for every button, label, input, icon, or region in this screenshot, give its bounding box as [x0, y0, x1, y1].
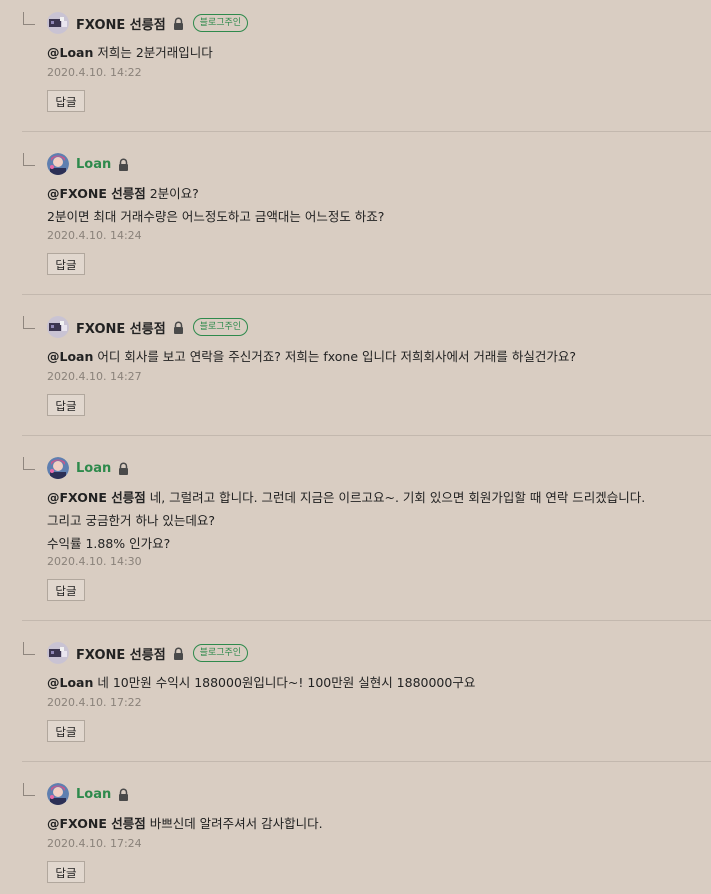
- comment-divider: [22, 620, 711, 621]
- mention[interactable]: @Loan: [47, 349, 93, 364]
- author-name[interactable]: Loan: [76, 157, 111, 172]
- comment-text: @Loan 저희는 2분거래입니다: [47, 41, 213, 64]
- mention[interactable]: @FXONE 선릉점: [47, 186, 146, 201]
- fxone-avatar[interactable]: [47, 316, 69, 338]
- comment-header: FXONE 선릉점 블로그주인: [47, 642, 249, 664]
- comment-text-line: 네 10만원 수익시 188000원입니다~! 100만원 실현시 188000…: [93, 675, 476, 690]
- fxone-avatar[interactable]: [47, 12, 69, 34]
- comment-header: Loan: [47, 457, 130, 479]
- comment-date: 2020.4.10. 14:27: [47, 370, 142, 383]
- mention[interactable]: @FXONE 선릉점: [47, 816, 146, 831]
- comment-text-line: 어디 회사를 보고 연락을 주신거죠? 저희는 fxone 입니다 저희회사에서…: [93, 349, 577, 364]
- comment-date: 2020.4.10. 17:24: [47, 837, 142, 850]
- reply-arrow-icon: [23, 457, 35, 470]
- comment-text-line: 수익률 1.88% 인가요?: [47, 536, 171, 551]
- comment-text: @Loan 어디 회사를 보고 연락을 주신거죠? 저희는 fxone 입니다 …: [47, 345, 576, 368]
- fxone-avatar[interactable]: [47, 642, 69, 664]
- comment-text-line: 저희는 2분거래입니다: [93, 45, 213, 60]
- reply-button[interactable]: 답글: [47, 394, 85, 416]
- author-name[interactable]: FXONE 선릉점: [76, 644, 166, 663]
- loan-avatar[interactable]: [47, 153, 69, 175]
- lock-icon: [117, 461, 130, 475]
- comment-date: 2020.4.10. 14:30: [47, 555, 142, 568]
- comment-header: FXONE 선릉점 블로그주인: [47, 12, 249, 34]
- blog-owner-badge: 블로그주인: [192, 14, 249, 32]
- loan-avatar[interactable]: [47, 457, 69, 479]
- comment-text: @FXONE 선릉점 네, 그럴려고 합니다. 그런데 지금은 이르고요~. 기…: [47, 486, 645, 555]
- comment-date: 2020.4.10. 14:22: [47, 66, 142, 79]
- author-name[interactable]: FXONE 선릉점: [76, 318, 166, 337]
- comment-divider: [22, 131, 711, 132]
- comment-header: Loan: [47, 783, 130, 805]
- loan-avatar[interactable]: [47, 783, 69, 805]
- reply-arrow-icon: [23, 12, 35, 25]
- comment-divider: [22, 294, 711, 295]
- blog-owner-badge: 블로그주인: [192, 644, 249, 662]
- comment-header: FXONE 선릉점 블로그주인: [47, 316, 249, 338]
- blog-owner-badge: 블로그주인: [192, 318, 249, 336]
- reply-arrow-icon: [23, 642, 35, 655]
- lock-icon: [117, 157, 130, 171]
- author-name[interactable]: Loan: [76, 461, 111, 476]
- comment-text: @FXONE 선릉점 바쁘신데 알려주셔서 감사합니다.: [47, 812, 323, 835]
- reply-arrow-icon: [23, 316, 35, 329]
- lock-icon: [172, 16, 185, 30]
- reply-button[interactable]: 답글: [47, 253, 85, 275]
- comment-text-line: 네, 그럴려고 합니다. 그런데 지금은 이르고요~. 기회 있으면 회원가입할…: [145, 490, 646, 505]
- comment-text-line: 그리고 궁금한거 하나 있는데요?: [47, 513, 216, 528]
- comment-divider: [22, 761, 711, 762]
- comment-date: 2020.4.10. 14:24: [47, 229, 142, 242]
- reply-button[interactable]: 답글: [47, 861, 85, 883]
- lock-icon: [172, 320, 185, 334]
- comment-header: Loan: [47, 153, 130, 175]
- author-name[interactable]: Loan: [76, 787, 111, 802]
- mention[interactable]: @FXONE 선릉점: [47, 490, 146, 505]
- comment-text-line: 2분이면 최대 거래수량은 어느정도하고 금액대는 어느정도 하죠?: [47, 209, 385, 224]
- lock-icon: [117, 787, 130, 801]
- reply-arrow-icon: [23, 153, 35, 166]
- lock-icon: [172, 646, 185, 660]
- comment-text-line: 바쁘신데 알려주셔서 감사합니다.: [145, 816, 323, 831]
- mention[interactable]: @Loan: [47, 45, 93, 60]
- author-name[interactable]: FXONE 선릉점: [76, 14, 166, 33]
- comment-divider: [22, 435, 711, 436]
- comment-date: 2020.4.10. 17:22: [47, 696, 142, 709]
- reply-button[interactable]: 답글: [47, 579, 85, 601]
- reply-button[interactable]: 답글: [47, 90, 85, 112]
- comment-text-line: 2분이요?: [145, 186, 199, 201]
- mention[interactable]: @Loan: [47, 675, 93, 690]
- reply-button[interactable]: 답글: [47, 720, 85, 742]
- reply-arrow-icon: [23, 783, 35, 796]
- comment-text: @Loan 네 10만원 수익시 188000원입니다~! 100만원 실현시 …: [47, 671, 475, 694]
- comment-text: @FXONE 선릉점 2분이요? 2분이면 최대 거래수량은 어느정도하고 금액…: [47, 182, 384, 228]
